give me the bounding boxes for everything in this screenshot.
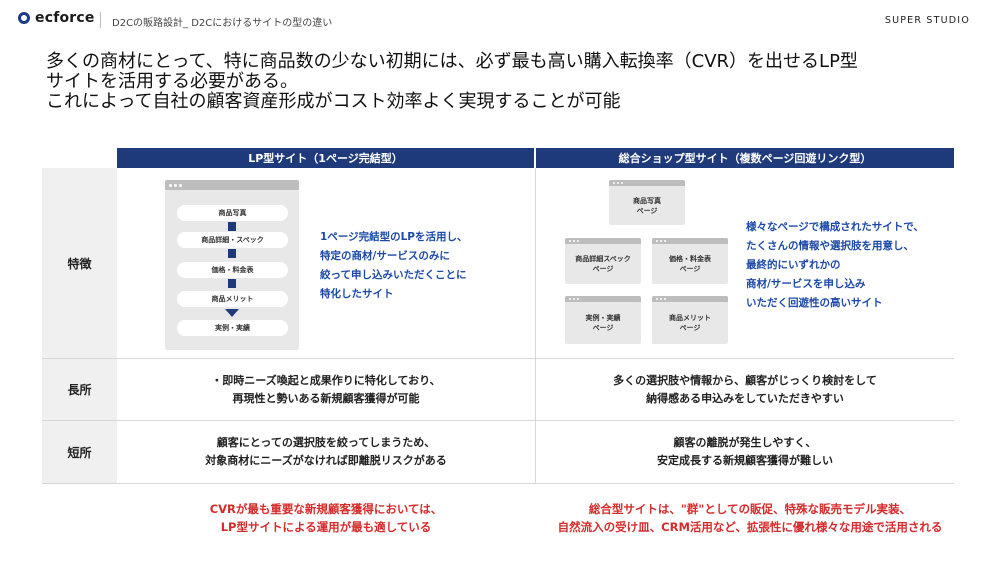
column-header-shop: 総合ショップ型サイト（複数ページ回遊リンク型） <box>536 148 954 168</box>
lp-cons: 顧客にとっての選択肢を絞ってしまうため、 対象商材にニーズがなければ即離脱リスク… <box>205 436 447 467</box>
row-label-features: 特徴 <box>67 256 92 271</box>
lp-step: 商品詳細・スペック <box>177 232 288 248</box>
shop-page-mock: 実例・実績 ページ <box>565 296 641 344</box>
lp-conclusion: CVRが最も重要な新規顧客獲得においては、 LP型サイトによる運用が最も適してい… <box>209 502 443 534</box>
logo-text: ecforce <box>35 10 95 26</box>
column-header-lp: LP型サイト（1ページ完結型） <box>117 148 534 168</box>
headline-line: 多くの商材にとって、特に商品数の少ない初期には、必ず最も高い購入転換率（CVR）… <box>46 51 858 72</box>
logo-ring-icon <box>18 12 30 24</box>
shop-cons: 顧客の離脱が発生しやすく、 安定成長する新規顧客獲得が難しい <box>657 436 833 467</box>
window-titlebar <box>165 180 299 190</box>
shop-page-mock: 商品詳細スペック ページ <box>565 238 641 284</box>
lp-pros: ・即時ニーズ喚起と成果作りに特化しており、 再現性と勢いある新規顧客獲得が可能 <box>211 374 441 405</box>
shop-page-mock: 価格・料金表 ページ <box>652 238 728 284</box>
headline-line: これによって自社の顧客資産形成がコスト効率よく実現することが可能 <box>46 91 621 112</box>
headline-line: サイトを活用する必要がある。 <box>46 71 298 92</box>
row-divider <box>42 483 954 484</box>
ecforce-logo: ecforce <box>18 10 95 26</box>
header-divider <box>100 12 101 28</box>
shop-conclusion: 総合型サイトは、"群"としての販促、特殊な販売モデル実装、 自然流入の受け皿、C… <box>557 502 943 534</box>
flow-connector <box>228 249 236 258</box>
lp-step: 実例・実績 <box>177 320 288 336</box>
flow-connector <box>228 279 236 288</box>
row-label-cons: 短所 <box>67 445 92 460</box>
lp-step: 価格・料金表 <box>177 262 288 278</box>
flow-connector <box>228 222 236 231</box>
breadcrumb: D2Cの販路設計_ D2Cにおけるサイトの型の違い <box>112 18 333 29</box>
row-divider <box>42 358 954 359</box>
lp-step: 商品メリット <box>177 291 288 307</box>
row-divider <box>42 420 954 421</box>
shop-page-mock: 商品メリット ページ <box>652 296 728 344</box>
lp-step: 商品写真 <box>177 205 288 221</box>
lp-description: 1ページ完結型のLPを活用し、 特定の商材/サービスのみに 絞って申し込みいただ… <box>320 231 468 300</box>
arrow-down-icon <box>225 309 239 317</box>
shop-description: 様々なページで構成されたサイトで、 たくさんの情報や選択肢を用意し、 最終的にい… <box>746 221 924 309</box>
headline: 多くの商材にとって、特に商品数の少ない初期には、必ず最も高い購入転換率（CVR）… <box>46 52 858 112</box>
shop-pros: 多くの選択肢や情報から、顧客がじっくり検討をして 納得感ある申込みをしていただき… <box>613 374 877 405</box>
shop-page-mock: 商品写真 ページ <box>609 180 685 225</box>
row-label-pros: 長所 <box>67 383 92 397</box>
brand-name: SUPER STUDIO <box>884 15 970 26</box>
